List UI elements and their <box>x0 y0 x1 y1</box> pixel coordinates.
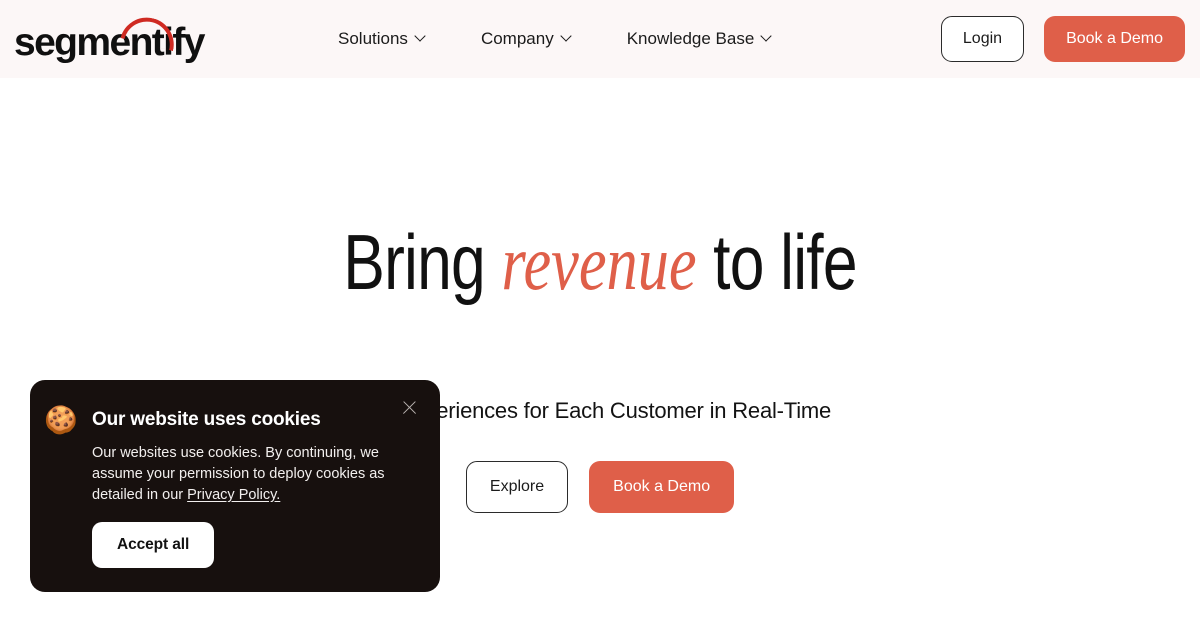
cookie-banner-text: Our websites use cookies. By continuing,… <box>92 443 387 506</box>
hero-title-accent: revenue <box>501 219 697 306</box>
hero-book-a-demo-button[interactable]: Book a Demo <box>589 461 735 513</box>
chevron-down-icon <box>762 32 772 42</box>
segmentify-logo[interactable]: segmentify <box>14 11 206 64</box>
chevron-down-icon <box>416 32 426 42</box>
main-navigation: Solutions Company Knowledge Base <box>338 0 772 78</box>
nav-item-company-label: Company <box>480 29 554 48</box>
page-title: Bring revenue to life <box>120 219 1080 306</box>
explore-button[interactable]: Explore <box>465 461 569 513</box>
close-icon[interactable] <box>399 397 421 419</box>
nav-item-solutions[interactable]: Solutions <box>338 29 426 49</box>
header-book-a-demo-button[interactable]: Book a Demo <box>1044 16 1185 62</box>
hero-title-part1: Bring <box>343 218 502 306</box>
nav-item-company[interactable]: Company <box>481 29 572 49</box>
cookie-banner-title: Our website uses cookies <box>92 409 321 430</box>
chevron-down-icon <box>562 32 572 42</box>
site-header: segmentify Solutions Company Knowledge B… <box>0 0 1200 78</box>
privacy-policy-link[interactable]: Privacy Policy. <box>187 487 280 503</box>
hero-title-part2: to life <box>696 218 857 306</box>
nav-item-knowledge-base[interactable]: Knowledge Base <box>627 29 773 49</box>
cookie-icon: 🍪 <box>44 405 78 435</box>
nav-item-knowledge-base-label: Knowledge Base <box>626 29 755 48</box>
header-actions: Login Book a Demo <box>940 0 1185 78</box>
login-button[interactable]: Login <box>940 16 1025 62</box>
nav-item-solutions-label: Solutions <box>338 29 408 48</box>
accept-all-button[interactable]: Accept all <box>92 522 215 568</box>
logo-wordmark: segmentify <box>14 21 206 64</box>
